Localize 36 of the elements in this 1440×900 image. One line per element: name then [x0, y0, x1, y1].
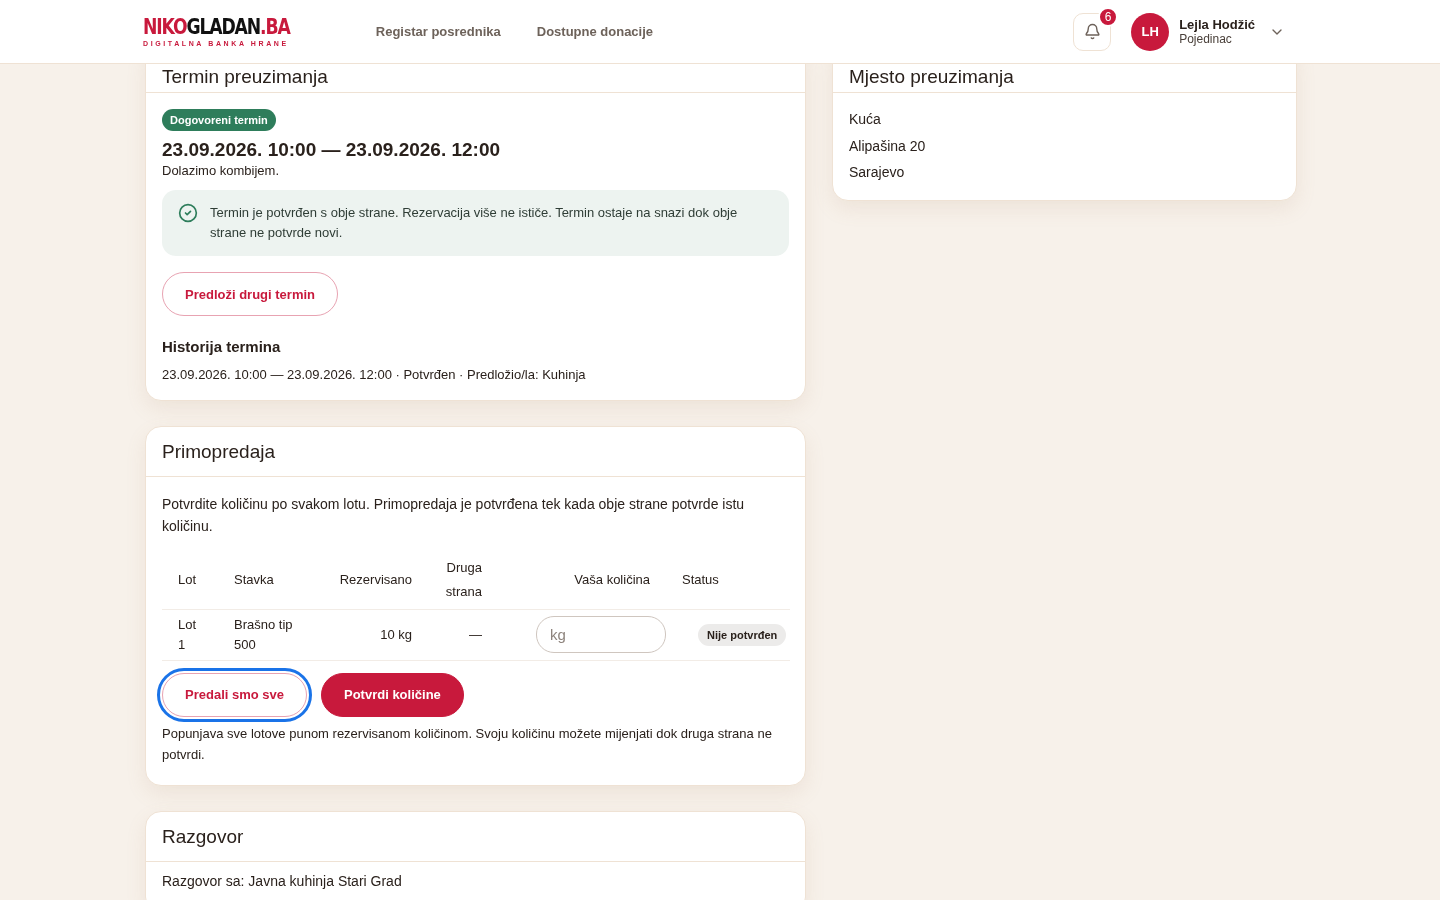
notification-count: 6: [1098, 6, 1119, 27]
propose-time-button[interactable]: Predloži drugi termin: [162, 272, 338, 316]
conversation-partner: Razgovor sa: Javna kuhinja Stari Grad: [162, 871, 402, 891]
column-header: Status: [666, 551, 790, 609]
info-text: Termin je potvrđen s obje strane. Rezervacija više ne ističe. Termin ostaje na snazi dok obje strane ne potvrde novi.: [210, 204, 739, 242]
bell-icon: [1083, 23, 1101, 40]
handover-hint: Popunjava sve lotove punom rezervisanom količinom. Svoju količinu možete mijenjati dok druga strana ne potvrdi.: [162, 724, 773, 764]
nav-link[interactable]: Registar posrednika: [375, 24, 501, 39]
table-cell: —: [428, 609, 498, 660]
history-title: Historija termina: [162, 338, 281, 355]
address-line: Alipašina 20: [849, 136, 926, 156]
confirm-button[interactable]: Potvrdi količine: [321, 672, 464, 717]
status-pill: Nije potvrđen: [698, 624, 787, 646]
pickup-note: Dolazimo kombijem.: [162, 163, 280, 178]
table-cell: Lot 1: [162, 609, 218, 660]
table-cell: 10 kg: [318, 609, 428, 660]
column-header: Vaša količina: [498, 551, 666, 609]
address-line: Sarajevo: [849, 163, 905, 182]
card-title: Primopredaja: [146, 427, 805, 477]
handover-intro: Potvrdite količinu po svakom lotu. Primopredaja je potvrđena tek kada obje strane potvrde istu količinu.: [162, 495, 746, 536]
user-avatar[interactable]: LH: [1131, 12, 1170, 51]
column-header: Stavka: [218, 551, 318, 609]
history-entry: 23.09.2026. 10:00 — 23.09.2026. 12:00 · Potvrđen · Predložio/la: Kuhinja: [162, 367, 586, 382]
nav-link[interactable]: Dostupne donacije: [536, 24, 654, 39]
quantity-field[interactable]: kg: [536, 616, 666, 653]
table-cell: Brašno tip 500: [218, 609, 318, 660]
user-name: Lejla Hodžić: [1179, 17, 1255, 32]
column-header: Lot: [162, 551, 218, 609]
pickup-time-range: 23.09.2026. 10:00 — 23.09.2026. 12:00: [162, 139, 501, 161]
address-line: Kuća: [849, 110, 881, 129]
card-title: Razgovor: [146, 811, 805, 862]
status-badge: Dogovoreni termin: [162, 109, 276, 131]
check-circle-icon: [178, 203, 198, 223]
column-header: Druga strana: [428, 551, 498, 609]
column-header: Rezervisano: [318, 551, 428, 609]
user-role: Pojedinac: [1179, 32, 1233, 46]
